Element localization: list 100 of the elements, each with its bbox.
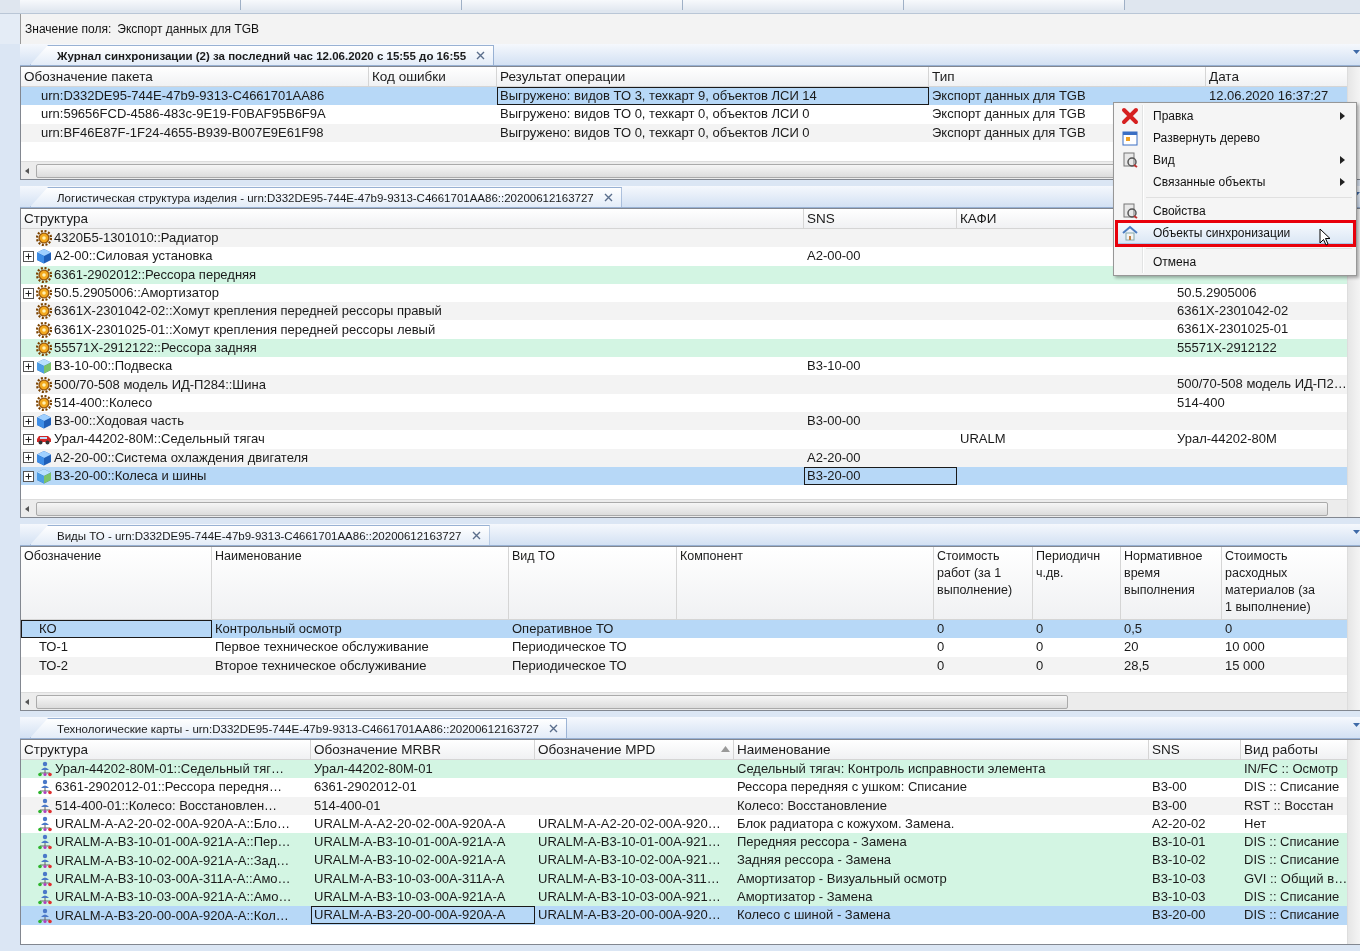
panel-tab[interactable]: Виды ТО - urn:D332DE95-744E-47b9-9313-C4661701AA86::20200612163727: [30, 525, 490, 545]
table-cell: Рессора передняя с ушком: Списание: [737, 779, 968, 795]
table-cell: Первое техническое обслуживание: [215, 639, 429, 655]
table-row[interactable]: Урал-44202-80М-01::Седельный тяг… Урал-44202-80М-01 Седельный тягач: Контроль исправности элемента IN/FC :: Осмотр: [21, 760, 1348, 779]
house-icon: [1122, 225, 1138, 241]
menu-item[interactable]: Объекты синхронизации: [1116, 222, 1354, 244]
table-row[interactable]: URALM-A-B3-10-01-00A-921A-A::Пер… URALM-A-B3-10-01-00A-921A-A URALM-A-B3-10-01-00A-921… Передняя рессора - Замена B3-10-01 DIS :: Списание: [21, 833, 1348, 852]
table-cell: URALM-A-B3-10-02-00A-921A-A: [314, 852, 506, 868]
expand-icon[interactable]: [23, 452, 34, 464]
table-cell-text: URALM-A-B3-10-01-00A-921A-A::Пер…: [55, 833, 291, 852]
table-cell: B3-10-00: [807, 358, 861, 374]
table-cell: B3-10-02: [1152, 852, 1206, 868]
table-cell: 12.06.2020 16:37:27: [1209, 88, 1329, 103]
table-cell: B3-10-01: [1152, 834, 1206, 850]
menu-item[interactable]: Вид: [1116, 149, 1354, 171]
table-cell: URALM-A-B3-10-01-00A-921A-A: [314, 834, 506, 850]
table-cell: A2-20-00: [807, 449, 861, 465]
table-cell: Выгружено: видов ТО 3, техкарт 9, объектов ЛСИ 14: [500, 88, 817, 103]
dropdown-icon[interactable]: [1353, 50, 1360, 55]
column-header[interactable]: Обозначение пакета: [21, 67, 369, 86]
table-cell: URALM: [960, 431, 1006, 447]
column-header[interactable]: SNS: [804, 209, 957, 228]
panel-tab[interactable]: Логистическая структура изделия - urn:D332DE95-744E-47b9-9313-C4661701AA86::20200612163727: [30, 187, 622, 207]
tree-node-label: 55571X-2912122::Рессора задняя: [54, 338, 257, 357]
expand-icon[interactable]: [23, 415, 34, 427]
table-row[interactable]: 500/70-508 модель ИД-П284::Шина 500/70-508 модель ИД-П2…: [21, 375, 1348, 394]
table-cell: 28,5: [1124, 657, 1150, 673]
column-header[interactable]: Вид ТО: [509, 547, 677, 619]
table-cell: 0,5: [1124, 621, 1143, 636]
tree-node-label: 6361X-2301042-02::Хомут крепления передней рессоры правый: [54, 302, 442, 321]
column-header[interactable]: Периодичн ч.дв.: [1033, 547, 1121, 619]
table-cell: URALM-A-B3-10-01-00A-921…: [538, 834, 721, 850]
table-cell: Амортизатор - Визуальный осмотр: [737, 870, 947, 886]
table-cell: 50.5.2905006: [1177, 284, 1257, 300]
table-row[interactable]: КО Контрольный осмотр Оперативное ТО 0 0 0,5 0: [21, 620, 1348, 639]
document-icon: [1122, 203, 1138, 219]
vertical-scrollbar[interactable]: [1347, 547, 1360, 710]
expand-icon[interactable]: [23, 287, 34, 299]
cross-icon: [1121, 107, 1139, 125]
expand-icon[interactable]: [23, 470, 34, 482]
menu-item[interactable]: Связанные объекты: [1116, 171, 1354, 193]
table-row[interactable]: URALM-A-B3-20-00-00A-920A-A::Кол… URALM-A-B3-20-00-00A-920A-A URALM-A-B3-20-00-00A-920… Колесо с шиной - Замена B3-20-00 DIS :: Списание: [21, 906, 1348, 925]
expand-icon[interactable]: [23, 433, 34, 445]
column-header[interactable]: Компонент: [677, 547, 934, 619]
table-cell: IN/FC :: Осмотр: [1244, 761, 1339, 776]
column-header[interactable]: Структура: [21, 740, 311, 759]
column-header[interactable]: Обозначение MPD: [535, 740, 734, 759]
column-header[interactable]: Наименование: [734, 740, 1149, 759]
expand-icon[interactable]: [23, 250, 34, 262]
cube-icon: [36, 413, 52, 430]
table-cell: URALM-A-B3-10-02-00A-921…: [538, 852, 721, 868]
table-cell: 0: [937, 639, 945, 655]
close-icon[interactable]: [476, 51, 486, 60]
column-header[interactable]: Код ошибки: [369, 67, 497, 86]
column-header[interactable]: Обозначение MRBR: [311, 740, 535, 759]
dropdown-icon[interactable]: [1353, 530, 1360, 535]
panel-tab[interactable]: Журнал синхронизации (2) за последний час 12.06.2020 с 15:55 до 16:55: [30, 45, 495, 65]
table-cell: 15 000: [1225, 657, 1265, 673]
table-cell: GVI :: Общий в…: [1244, 870, 1348, 886]
tree-node-label: B3-10-00::Подвеска: [54, 357, 173, 376]
table-cell: Экспорт данных для TGB: [932, 88, 1086, 103]
cube-icon: [36, 358, 52, 375]
table-row[interactable]: URALM-A-B3-10-02-00A-921A-A::Зад… URALM-A-B3-10-02-00A-921A-A URALM-A-B3-10-02-00A-921… Задняя рессора - Замена B3-10-02 DIS :: Списание: [21, 851, 1348, 870]
dropdown-icon[interactable]: [1353, 723, 1360, 728]
table-cell: 0: [1036, 639, 1044, 655]
table-cell: ТО-1: [39, 639, 69, 655]
column-header[interactable]: Обозначение: [21, 547, 212, 619]
horizontal-scrollbar[interactable]: [21, 499, 1348, 517]
expand-icon[interactable]: [23, 360, 34, 372]
column-header[interactable]: Тип: [929, 67, 1206, 86]
calendar-icon: [1122, 130, 1138, 146]
table-cell: B3-10-03: [1152, 889, 1206, 905]
table-cell-text: 6361-2902012-01::Рессора передня…: [55, 778, 282, 797]
table-row[interactable]: URALM-A-B3-10-03-00A-921A-A::Амо… URALM-A-B3-10-03-00A-921A-A URALM-A-B3-10-03-00A-921… Амортизатор - Замена B3-10-03 DIS :: Списание: [21, 888, 1348, 907]
table-row[interactable]: urn:D332DE95-744E-47b9-9313-C4661701AA86 Выгружено: видов ТО 3, техкарт 9, объектов ЛСИ 14 Экспорт данных для TGB 12.06.2020 16:37:27: [21, 87, 1348, 106]
horizontal-scrollbar[interactable]: [21, 692, 1348, 710]
document-icon: [1122, 152, 1138, 168]
close-icon[interactable]: [603, 193, 613, 202]
table-cell: DIS :: Списание: [1244, 852, 1340, 868]
close-icon[interactable]: [548, 724, 558, 733]
close-icon[interactable]: [471, 531, 481, 540]
column-header[interactable]: Стоимость работ (за 1 выполнение): [934, 547, 1033, 619]
tree-node-label: 514-400::Колесо: [54, 393, 153, 412]
vertical-scrollbar[interactable]: [1347, 740, 1360, 944]
table-cell: Колесо с шиной - Замена: [737, 907, 891, 923]
gear-icon: [36, 376, 52, 393]
column-header[interactable]: SNS: [1149, 740, 1241, 759]
table-cell: urn:D332DE95-744E-47b9-9313-C4661701AA86: [41, 88, 325, 103]
column-header[interactable]: Структура: [21, 209, 804, 228]
hierarchy-icon: [37, 834, 53, 851]
panel-tab[interactable]: Технологические карты - urn:D332DE95-744E-47b9-9313-C4661701AA86::20200612163727: [30, 718, 567, 738]
table-cell: Выгружено: видов ТО 0, техкарт 0, объектов ЛСИ 0: [500, 106, 810, 122]
table-row[interactable]: 6361X-2301042-02::Хомут крепления передней рессоры правый 6361X-2301042-02: [21, 302, 1348, 321]
column-header[interactable]: Наименование: [212, 547, 509, 619]
table-cell: 6361X-2301025-01: [1177, 321, 1289, 337]
gear-icon: [36, 303, 52, 320]
column-header[interactable]: Результат операции: [497, 67, 929, 86]
table-cell: 514-400: [1177, 394, 1225, 410]
column-header[interactable]: Нормативное время выполнения: [1121, 547, 1222, 619]
table-cell: Второе техническое обслуживание: [215, 657, 427, 673]
